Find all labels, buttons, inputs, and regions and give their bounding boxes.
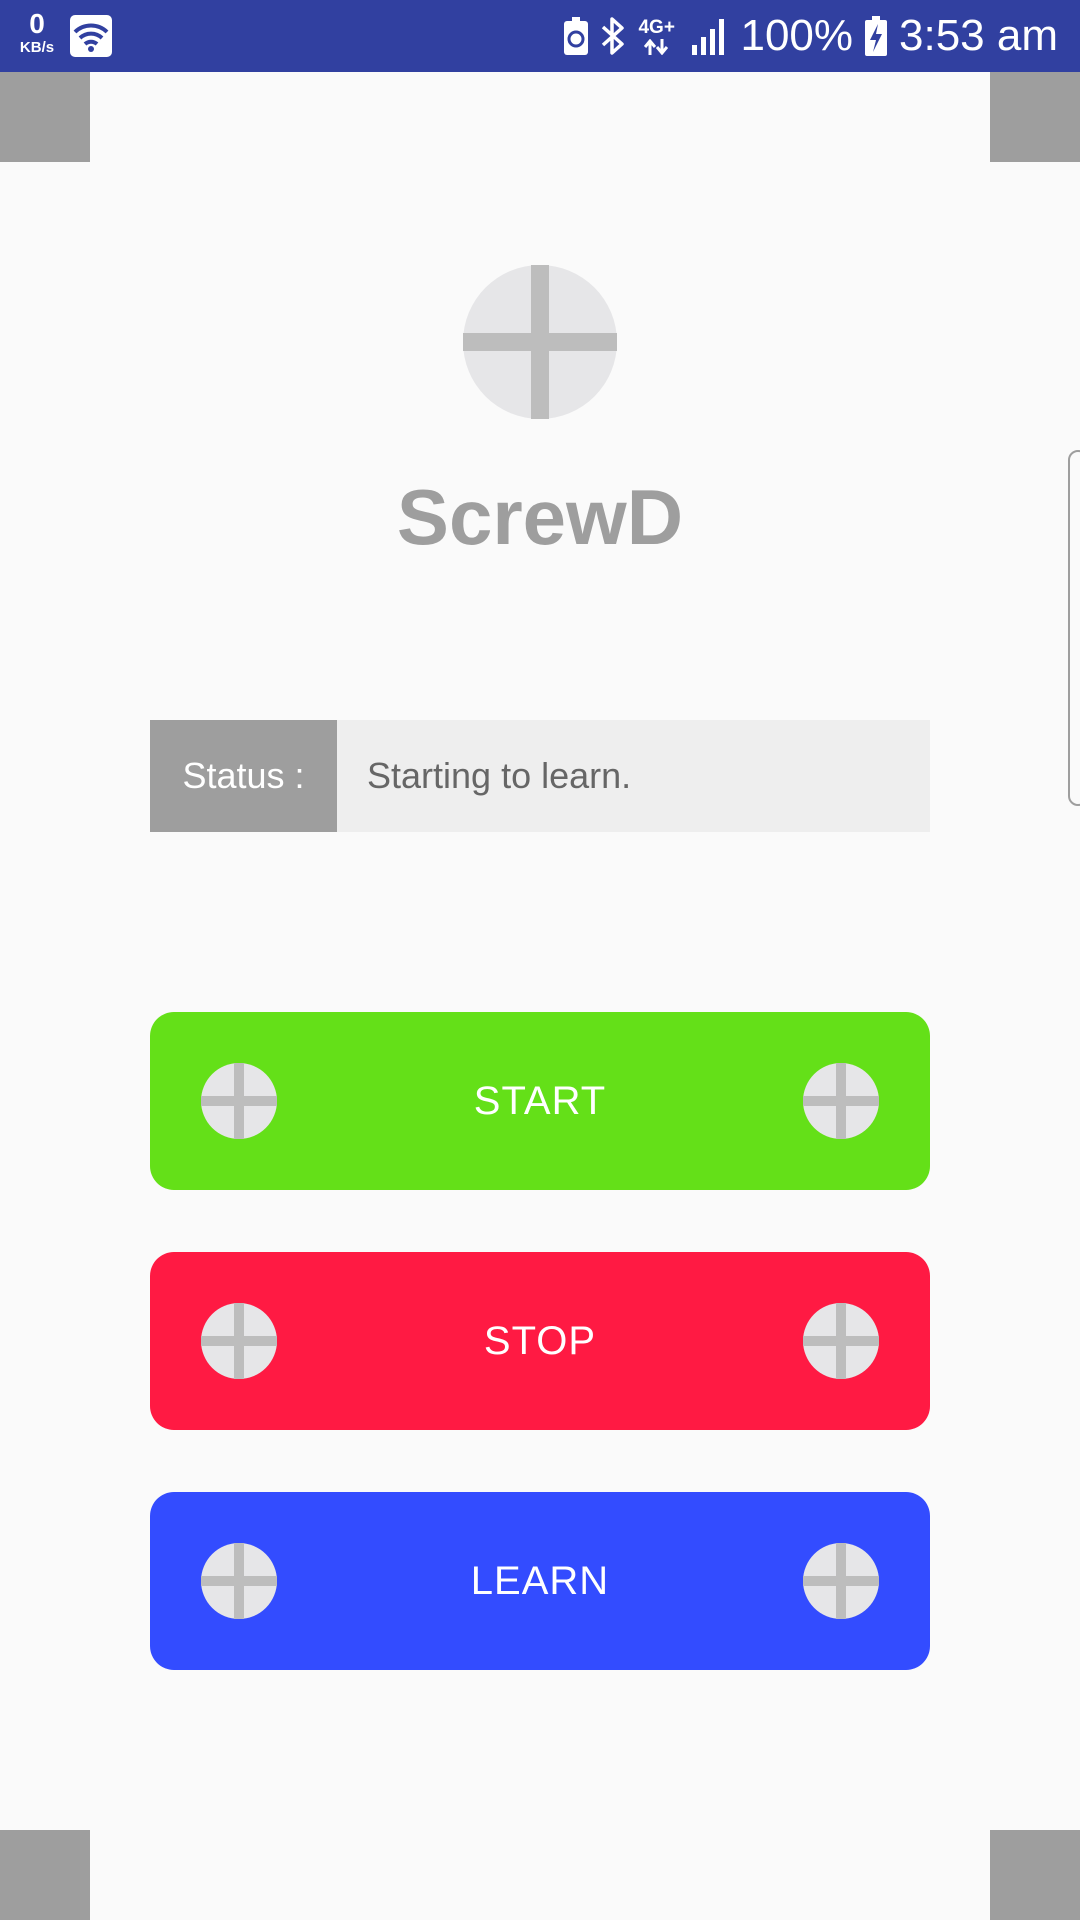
- network-type-label: 4G+: [638, 17, 675, 38]
- network-speed-value: 0: [29, 8, 45, 39]
- status-panel: Status : Starting to learn.: [150, 720, 930, 832]
- battery-percent: 100%: [740, 11, 854, 60]
- data-arrows-icon: [644, 39, 669, 55]
- battery-charging-icon: [865, 16, 888, 56]
- bluetooth-icon: [602, 17, 625, 55]
- screw-icon: [201, 1303, 277, 1379]
- stop-button-label: STOP: [483, 1318, 597, 1363]
- corner-block-top-left: [0, 72, 90, 162]
- screw-icon: [803, 1543, 879, 1619]
- start-button[interactable]: START: [150, 1012, 930, 1190]
- battery-saver-icon: [564, 17, 589, 55]
- start-button-label: START: [473, 1078, 607, 1123]
- status-icons: 4G+ 100% 3:53 am: [564, 0, 1058, 72]
- signal-strength-icon: [692, 19, 725, 55]
- corner-block-bottom-right: [990, 1830, 1080, 1920]
- network-speed-unit: KB/s: [19, 39, 55, 56]
- network-speed-indicator: 0 KB/s: [14, 8, 60, 56]
- status-label: Status :: [150, 720, 337, 832]
- corner-block-top-right: [990, 72, 1080, 162]
- screw-icon: [201, 1063, 277, 1139]
- clock: 3:53 am: [899, 11, 1058, 60]
- network-type-indicator: 4G+: [638, 15, 678, 57]
- learn-button[interactable]: LEARN: [150, 1492, 930, 1670]
- corner-block-bottom-left: [0, 1830, 90, 1920]
- app-title: ScrewD: [396, 473, 684, 561]
- stop-button[interactable]: STOP: [150, 1252, 930, 1430]
- wifi-icon: [70, 15, 112, 57]
- screw-icon: [803, 1063, 879, 1139]
- screw-icon: [463, 265, 617, 419]
- system-status-bar: 0 KB/s 4G+ 100% 3:53 am: [0, 0, 1080, 72]
- screw-icon: [803, 1303, 879, 1379]
- learn-button-label: LEARN: [470, 1558, 610, 1603]
- screw-icon: [201, 1543, 277, 1619]
- status-value: Starting to learn.: [337, 720, 930, 832]
